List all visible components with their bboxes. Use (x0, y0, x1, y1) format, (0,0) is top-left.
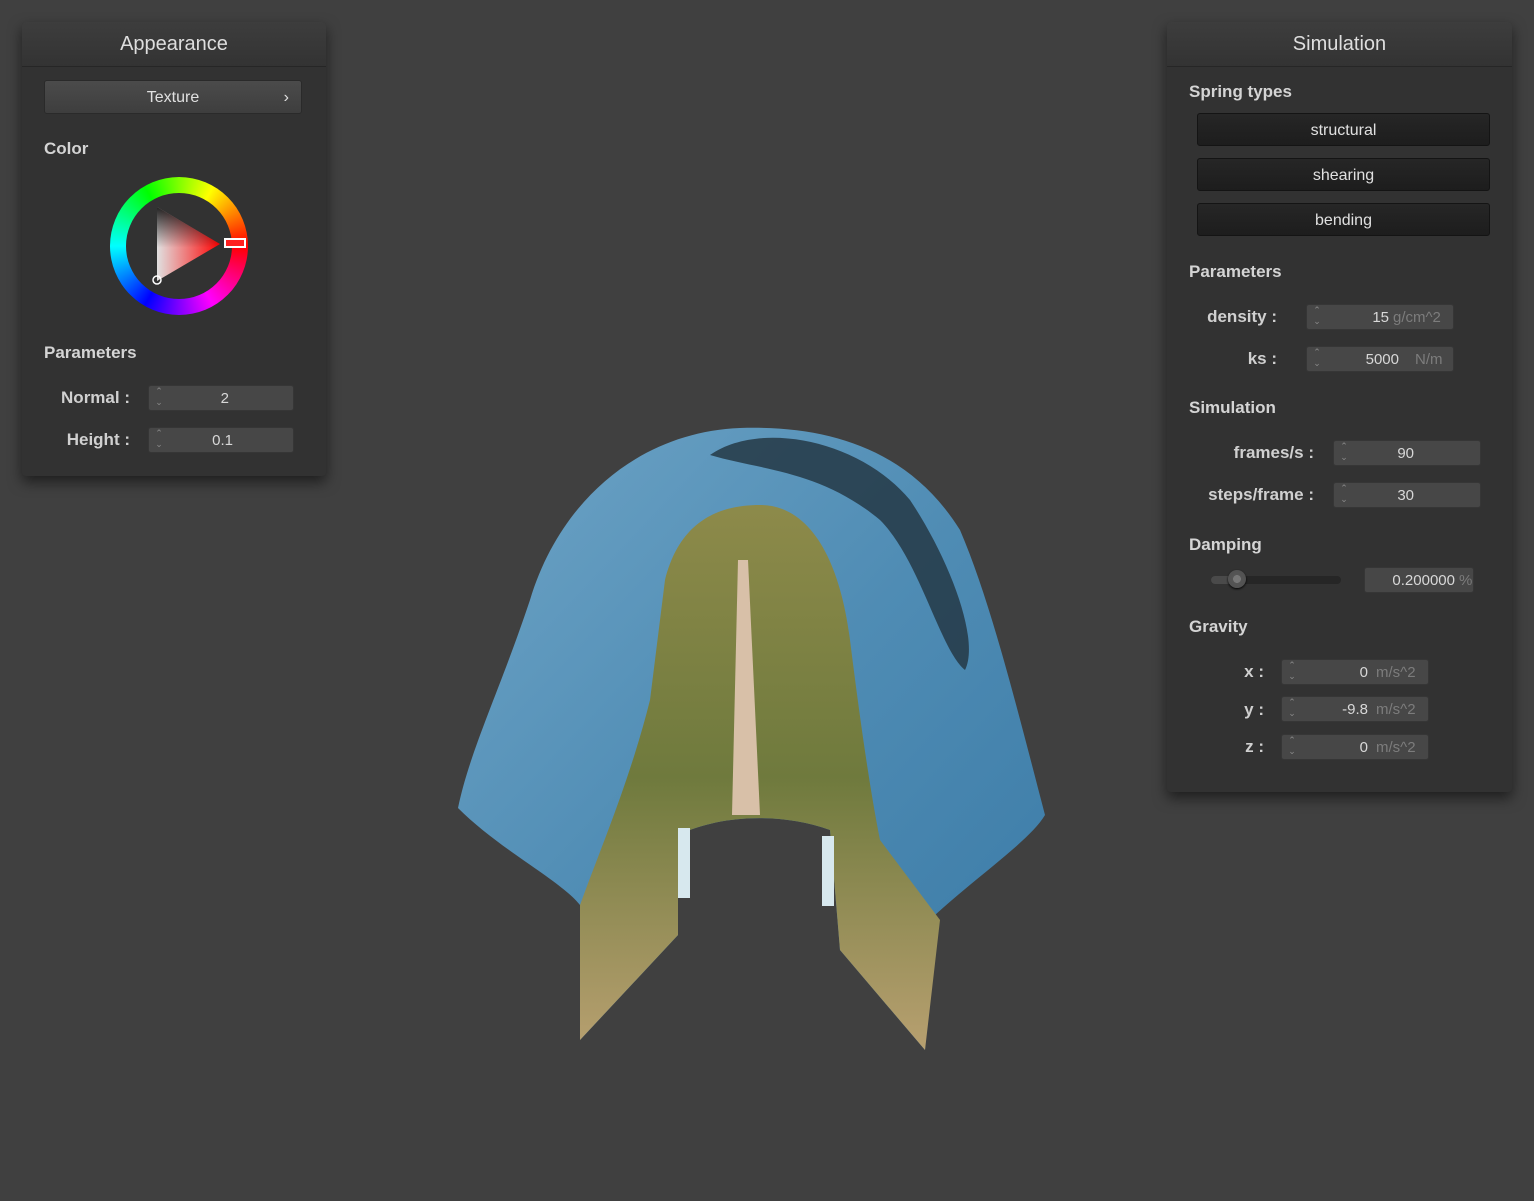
steps-label: steps/frame : (1208, 485, 1314, 504)
simulation-panel-title[interactable]: Simulation (1167, 22, 1512, 67)
gravity-x-input[interactable]: ⌃ ⌄ 0 m/s^2 (1281, 659, 1429, 685)
gravity-z-unit: m/s^2 (1376, 739, 1416, 756)
gravity-y-unit: m/s^2 (1376, 701, 1416, 718)
damping-unit: % (1459, 572, 1473, 589)
stepper-icon[interactable]: ⌃ ⌄ (1286, 735, 1298, 759)
color-wheel[interactable] (110, 177, 248, 315)
gravity-z-value: 0 (1359, 739, 1368, 756)
density-input[interactable]: ⌃ ⌄ 15 g/cm^2 (1306, 304, 1454, 330)
simulation-panel: Simulation Spring types structural shear… (1167, 22, 1512, 792)
damping-value: 0.200000 (1392, 572, 1455, 589)
gravity-x-unit: m/s^2 (1376, 664, 1416, 681)
stepper-icon[interactable]: ⌃ ⌄ (153, 428, 165, 452)
stepper-icon[interactable]: ⌃ ⌄ (1311, 347, 1323, 371)
height-value: 0.1 (212, 432, 233, 449)
texture-button[interactable]: Texture › (44, 80, 302, 114)
ks-unit: N/m (1415, 351, 1443, 368)
shearing-button[interactable]: shearing (1197, 158, 1490, 191)
fps-input[interactable]: ⌃ ⌄ 90 (1333, 440, 1481, 466)
normal-value: 2 (220, 390, 229, 407)
gravity-z-input[interactable]: ⌃ ⌄ 0 m/s^2 (1281, 734, 1429, 760)
damping-slider-track[interactable] (1211, 570, 1341, 588)
damping-input[interactable]: 0.200000 % (1364, 567, 1474, 593)
stepper-icon[interactable]: ⌃ ⌄ (1286, 660, 1298, 684)
spring-types-label: Spring types (1189, 82, 1292, 101)
normal-label: Normal : (61, 388, 130, 407)
cloth-gap-right (822, 836, 834, 906)
stepper-icon[interactable]: ⌃ ⌄ (1338, 483, 1350, 507)
density-unit: g/cm^2 (1393, 309, 1441, 326)
hue-handle[interactable] (224, 238, 246, 248)
appearance-parameters-label: Parameters (44, 343, 137, 362)
fps-value: 90 (1397, 445, 1414, 462)
gravity-y-input[interactable]: ⌃ ⌄ -9.8 m/s^2 (1281, 696, 1429, 722)
damping-slider-handle[interactable] (1228, 570, 1246, 588)
stepper-icon[interactable]: ⌃ ⌄ (1311, 305, 1323, 329)
simulation-section-label: Simulation (1189, 398, 1276, 417)
steps-input[interactable]: ⌃ ⌄ 30 (1333, 482, 1481, 508)
appearance-panel: Appearance Texture › Color Parameters No… (22, 22, 326, 476)
ks-input[interactable]: ⌃ ⌄ 5000 N/m (1306, 346, 1454, 372)
sim-parameters-label: Parameters (1189, 262, 1282, 281)
structural-button[interactable]: structural (1197, 113, 1490, 146)
bending-button[interactable]: bending (1197, 203, 1490, 236)
height-input[interactable]: ⌃ ⌄ 0.1 (148, 427, 294, 453)
gravity-y-label: y : (1244, 700, 1264, 719)
gravity-x-value: 0 (1359, 664, 1368, 681)
steps-value: 30 (1397, 487, 1414, 504)
stepper-icon[interactable]: ⌃ ⌄ (1338, 441, 1350, 465)
gravity-label: Gravity (1189, 617, 1248, 636)
color-label: Color (44, 139, 89, 158)
gravity-y-value: -9.8 (1342, 701, 1368, 718)
normal-input[interactable]: ⌃ ⌄ 2 (148, 385, 294, 411)
ks-value: 5000 (1365, 351, 1399, 368)
stepper-icon[interactable]: ⌃ ⌄ (153, 386, 165, 410)
chevron-right-icon: › (283, 89, 289, 106)
cloth-gap-left (678, 828, 690, 898)
damping-label: Damping (1189, 535, 1262, 554)
density-value: 15 (1372, 309, 1389, 326)
gravity-x-label: x : (1244, 662, 1264, 681)
ks-label: ks : (1247, 349, 1277, 368)
density-label: density : (1207, 307, 1277, 326)
height-label: Height : (66, 430, 130, 449)
fps-label: frames/s : (1233, 443, 1314, 462)
gravity-z-label: z : (1245, 737, 1264, 756)
stepper-icon[interactable]: ⌃ ⌄ (1286, 697, 1298, 721)
appearance-panel-title[interactable]: Appearance (22, 22, 326, 67)
texture-button-label: Texture (146, 89, 200, 106)
